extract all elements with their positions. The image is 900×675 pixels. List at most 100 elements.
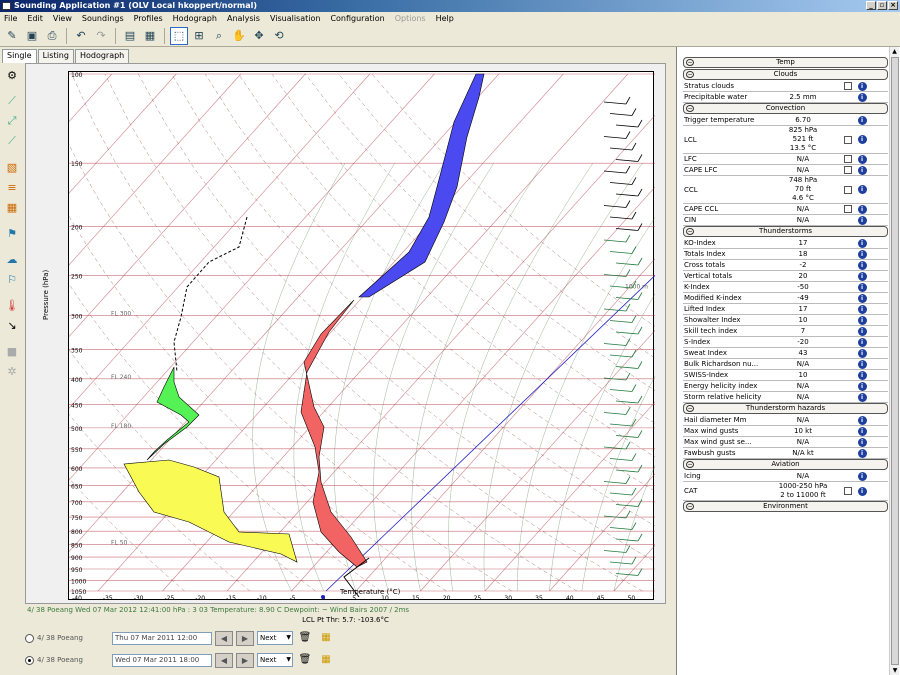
info-icon[interactable]: i [857,448,867,458]
wind-icon[interactable]: ⚐ [3,270,21,288]
next-arrow-button[interactable]: ▶ [236,630,254,646]
cloud-icon[interactable]: ☁ [3,250,21,268]
edit-icon[interactable]: ✎ [3,27,21,45]
info-icon[interactable]: i [857,381,867,391]
tab-single[interactable]: Single [2,49,37,63]
info-icon[interactable]: i [857,359,867,369]
section-header-convection[interactable]: − Convection [683,103,888,114]
info-icon[interactable]: i [857,471,867,481]
collapse-icon[interactable]: − [686,461,694,468]
info-icon[interactable]: i [857,486,867,496]
load-icon[interactable]: ▦ [317,630,335,646]
info-icon[interactable]: i [857,249,867,259]
isotherm-icon[interactable]: ▧ [3,158,21,176]
info-icon[interactable]: i [857,415,867,425]
select-cursor-icon[interactable]: ⬚ [170,26,188,45]
scroll-down-icon[interactable]: ▼ [890,666,900,675]
info-icon[interactable]: i [857,238,867,248]
info-icon[interactable]: i [857,370,867,380]
info-icon[interactable]: i [857,293,867,303]
close-button[interactable]: × [888,1,898,10]
skewt-diagram[interactable]: 100 150 200 250 300 350 400 450 500 550 600 650 700 7… [0,71,900,602]
info-icon[interactable]: i [857,135,867,144]
sounding-1-radio[interactable] [25,633,34,643]
info-icon[interactable]: i [857,337,867,347]
menu-edit[interactable]: Edit [27,12,43,25]
restore-button[interactable]: ▫ [877,1,887,10]
temperature-icon[interactable]: 🌡 [3,296,21,314]
move-icon[interactable]: ✥ [250,27,268,45]
info-icon[interactable]: i [857,215,867,225]
info-icon[interactable]: i [857,304,867,314]
zoom-region-icon[interactable]: ⊞ [190,27,208,45]
sounding-1-step-select[interactable]: Next [257,631,293,645]
menu-options[interactable]: Options [395,12,426,25]
pan-hand-icon[interactable]: ✋ [230,27,248,45]
index-checkbox[interactable] [844,155,852,163]
menu-file[interactable]: File [4,12,17,25]
info-icon[interactable]: i [857,437,867,447]
sounding-2-step-select[interactable]: Next [257,653,293,667]
mixing-ratio-icon[interactable]: ⟋ [3,132,21,150]
index-checkbox[interactable] [844,205,852,213]
panel-scrollbar[interactable]: ▲ ▼ [889,47,899,675]
index-checkbox[interactable] [844,166,852,174]
collapse-icon[interactable]: − [686,59,694,66]
info-icon[interactable]: i [857,81,867,91]
tab-listing[interactable]: Listing [37,49,74,63]
moist-adiabat-icon[interactable]: ⤢ [3,112,21,130]
index-checkbox[interactable] [844,487,852,495]
scroll-thumb[interactable] [891,57,899,665]
collapse-icon[interactable]: − [686,503,694,510]
info-icon[interactable]: i [857,282,867,292]
menu-visualisation[interactable]: Visualisation [270,12,321,25]
info-icon[interactable]: i [857,348,867,358]
grid-icon[interactable]: ▦ [3,198,21,216]
collapse-icon[interactable]: − [686,105,694,112]
info-icon[interactable]: i [857,92,867,102]
menu-help[interactable]: Help [436,12,454,25]
info-icon[interactable]: i [857,426,867,436]
info-icon[interactable]: i [857,260,867,270]
tab-hodograph[interactable]: Hodograph [74,49,130,63]
menu-hodograph[interactable]: Hodograph [173,12,217,25]
parcel-icon[interactable]: ⚑ [3,224,21,242]
index-checkbox[interactable] [844,185,852,194]
info-icon[interactable]: i [857,165,867,175]
station-icon[interactable]: ⚙ [3,66,21,84]
trash-icon[interactable]: 🗑 [296,630,314,646]
zoom-icon[interactable]: ⌕ [210,27,228,45]
sounding-1-time-field[interactable]: Thu 07 Mar 2011 12:00 [112,631,212,645]
sounding-2-radio[interactable] [25,655,34,665]
info-icon[interactable]: i [857,204,867,214]
menu-view[interactable]: View [53,12,72,25]
print-icon[interactable]: ⎙ [43,27,61,45]
collapse-icon[interactable]: − [686,228,694,235]
trash-icon[interactable]: 🗑 [296,652,314,668]
section-header-clouds[interactable]: − Clouds [683,69,888,80]
load-icon[interactable]: ▦ [317,652,335,668]
section-header-thunderstorm-hazards[interactable]: − Thunderstorm hazards [683,403,888,414]
section-header-temp[interactable]: − Temp [683,57,888,68]
section-header-environment[interactable]: − Environment [683,501,888,512]
index-checkbox[interactable] [844,135,852,144]
undo-icon[interactable]: ↶ [72,27,90,45]
reset-view-icon[interactable]: ⟲ [270,27,288,45]
section-header-aviation[interactable]: − Aviation [683,459,888,470]
menu-analysis[interactable]: Analysis [227,12,260,25]
section-header-thunderstorms[interactable]: − Thunderstorms [683,226,888,237]
hodograph-icon[interactable]: ↘ [3,316,21,334]
info-icon[interactable]: i [857,326,867,336]
next-arrow-button[interactable]: ▶ [236,652,254,668]
info-icon[interactable]: i [857,271,867,281]
open-sounding-icon[interactable]: ▤ [121,27,139,45]
scroll-up-icon[interactable]: ▲ [890,47,899,56]
info-icon[interactable]: i [857,185,867,194]
save-icon[interactable]: ▣ [23,27,41,45]
table-icon[interactable]: ▦ [141,27,159,45]
collapse-icon[interactable]: − [686,71,694,78]
minimize-button[interactable]: _ [866,1,876,10]
info-icon[interactable]: i [857,115,867,125]
sounding-2-time-field[interactable]: Wed 07 Mar 2011 18:00 [112,653,212,667]
menu-soundings[interactable]: Soundings [82,12,124,25]
